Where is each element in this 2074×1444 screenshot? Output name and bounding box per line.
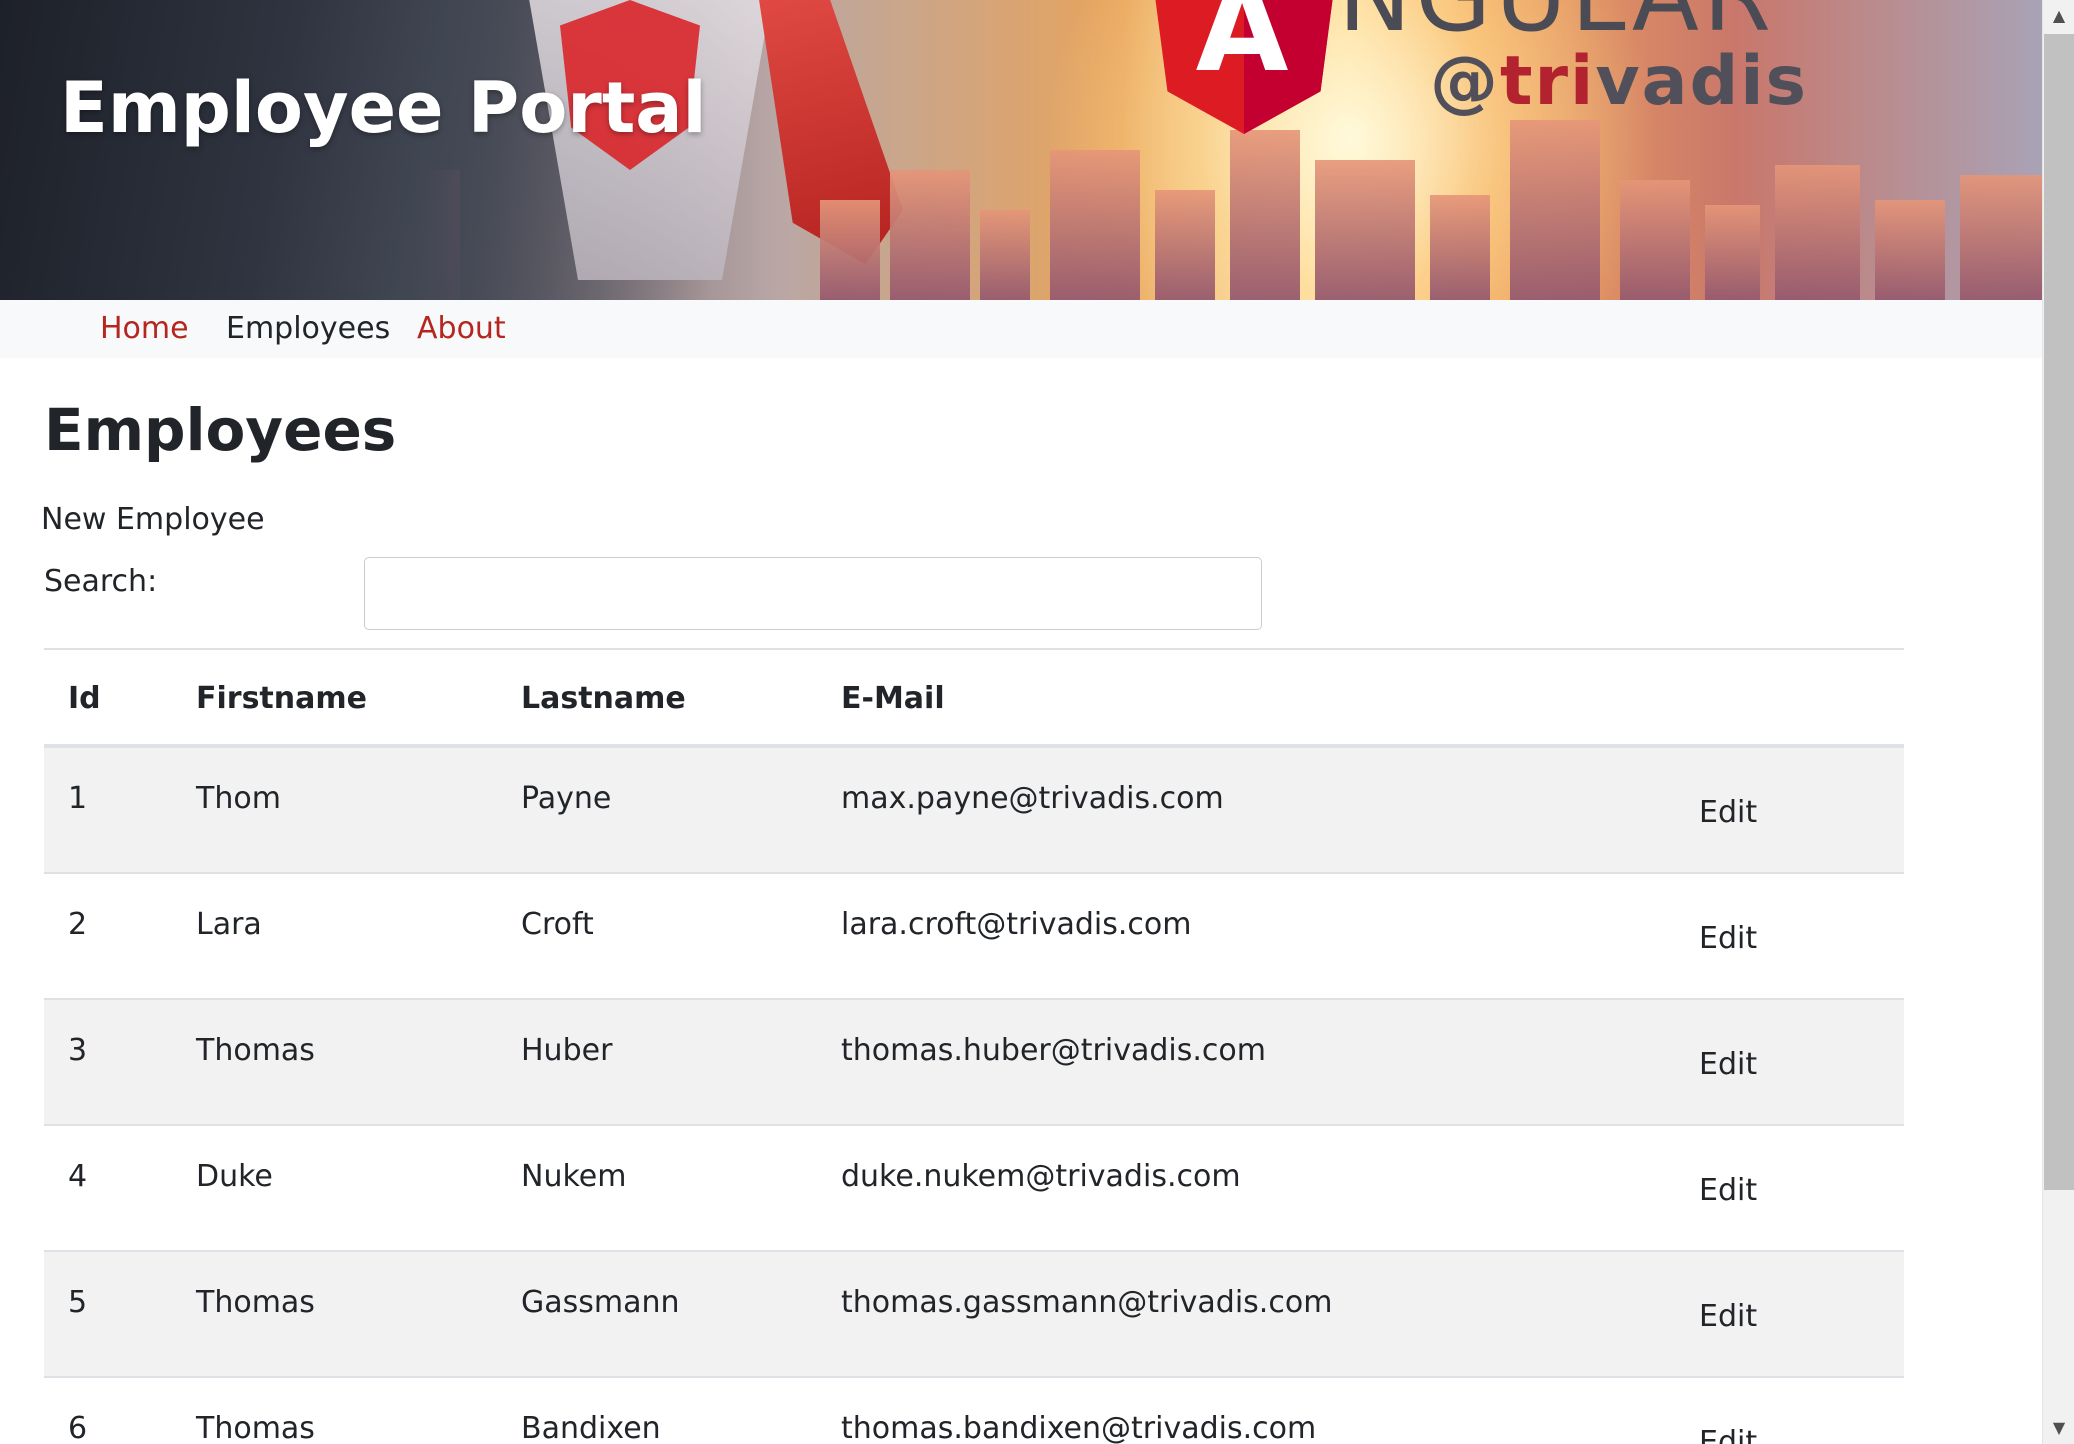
cell-id: 6 — [68, 1411, 88, 1444]
table-body: 1 Thom Payne max.payne@trivadis.com Edit… — [44, 748, 1904, 1444]
cell-id: 1 — [68, 781, 88, 816]
cell-lastname: Gassmann — [521, 1285, 680, 1320]
column-header-firstname: Firstname — [196, 681, 367, 716]
cell-lastname: Bandixen — [521, 1411, 661, 1444]
trivadis-brand-suffix: vadis — [1595, 42, 1809, 121]
table-header-row: Id Firstname Lastname E-Mail — [44, 648, 1904, 748]
table-row: 1 Thom Payne max.payne@trivadis.com Edit — [44, 748, 1904, 874]
edit-link[interactable]: Edit — [1699, 1046, 1757, 1084]
scroll-down-arrow-icon[interactable]: ▼ — [2043, 1412, 2074, 1444]
nav-link-employees[interactable]: Employees — [226, 310, 390, 348]
cell-email: thomas.bandixen@trivadis.com — [841, 1411, 1317, 1444]
cell-lastname: Nukem — [521, 1159, 627, 1194]
cell-email: lara.croft@trivadis.com — [841, 907, 1192, 942]
angular-logo-letter: A — [1195, 0, 1289, 99]
nav-link-about[interactable]: About — [417, 310, 506, 348]
vertical-scrollbar[interactable]: ▲ ▼ — [2042, 0, 2074, 1444]
edit-link[interactable]: Edit — [1699, 1298, 1757, 1336]
cell-id: 4 — [68, 1159, 88, 1194]
main-navigation: Home Employees About — [0, 300, 2042, 358]
cell-lastname: Huber — [521, 1033, 613, 1068]
edit-link[interactable]: Edit — [1699, 794, 1757, 832]
cell-email: thomas.gassmann@trivadis.com — [841, 1285, 1333, 1320]
cell-email: duke.nukem@trivadis.com — [841, 1159, 1241, 1194]
edit-link[interactable]: Edit — [1699, 1172, 1757, 1210]
nav-link-home[interactable]: Home — [100, 310, 189, 348]
scrollbar-thumb[interactable] — [2044, 34, 2074, 1190]
column-header-id: Id — [68, 681, 101, 716]
edit-link[interactable]: Edit — [1699, 1424, 1757, 1444]
cell-firstname: Thom — [196, 781, 281, 816]
page-title: Employees — [44, 396, 397, 464]
table-row: 5 Thomas Gassmann thomas.gassmann@trivad… — [44, 1252, 1904, 1378]
table-row: 2 Lara Croft lara.croft@trivadis.com Edi… — [44, 874, 1904, 1000]
column-header-email: E-Mail — [841, 681, 945, 716]
app-title: Employee Portal — [60, 67, 707, 149]
cell-firstname: Thomas — [196, 1285, 315, 1320]
cell-email: max.payne@trivadis.com — [841, 781, 1224, 816]
search-label: Search: — [44, 564, 158, 599]
cell-firstname: Thomas — [196, 1033, 315, 1068]
trivadis-brand: @trivadis — [1430, 42, 1808, 122]
trivadis-brand-prefix: @ — [1430, 42, 1500, 121]
table-row: 4 Duke Nukem duke.nukem@trivadis.com Edi… — [44, 1126, 1904, 1252]
search-input[interactable] — [364, 557, 1262, 630]
scroll-up-arrow-icon[interactable]: ▲ — [2043, 0, 2074, 32]
cell-firstname: Lara — [196, 907, 262, 942]
header-banner: A NGULAR @trivadis Employee Portal — [0, 0, 2042, 300]
page: A NGULAR @trivadis Employee Portal Home … — [0, 0, 2042, 1444]
trivadis-brand-accent: tri — [1500, 42, 1596, 121]
cell-id: 2 — [68, 907, 88, 942]
cell-email: thomas.huber@trivadis.com — [841, 1033, 1266, 1068]
table-row: 3 Thomas Huber thomas.huber@trivadis.com… — [44, 1000, 1904, 1126]
table-row: 6 Thomas Bandixen thomas.bandixen@trivad… — [44, 1378, 1904, 1444]
banner-skyline-right — [820, 100, 2042, 300]
edit-link[interactable]: Edit — [1699, 920, 1757, 958]
cell-firstname: Thomas — [196, 1411, 315, 1444]
cell-firstname: Duke — [196, 1159, 273, 1194]
new-employee-link[interactable]: New Employee — [41, 501, 265, 539]
employees-table: Id Firstname Lastname E-Mail 1 Thom Payn… — [44, 648, 1904, 1444]
cell-id: 3 — [68, 1033, 88, 1068]
cell-lastname: Croft — [521, 907, 594, 942]
cell-id: 5 — [68, 1285, 88, 1320]
cell-lastname: Payne — [521, 781, 612, 816]
column-header-lastname: Lastname — [521, 681, 686, 716]
